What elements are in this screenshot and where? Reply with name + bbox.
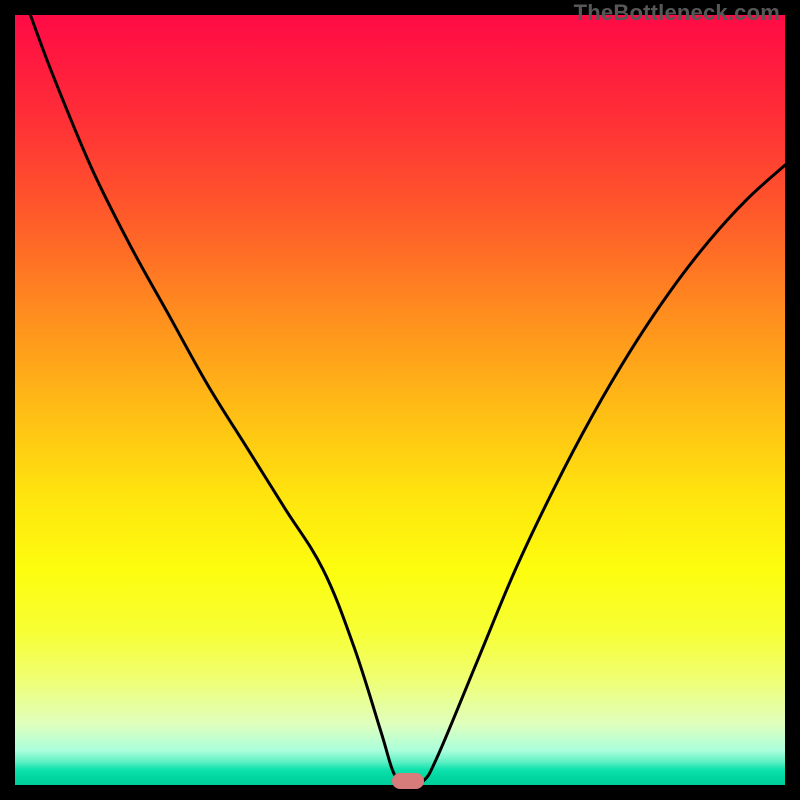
- optimum-marker: [392, 773, 424, 789]
- plot-area: [15, 15, 785, 785]
- bottleneck-curve: [30, 15, 785, 783]
- curve-svg: [15, 15, 785, 785]
- chart-frame: TheBottleneck.com: [0, 0, 800, 800]
